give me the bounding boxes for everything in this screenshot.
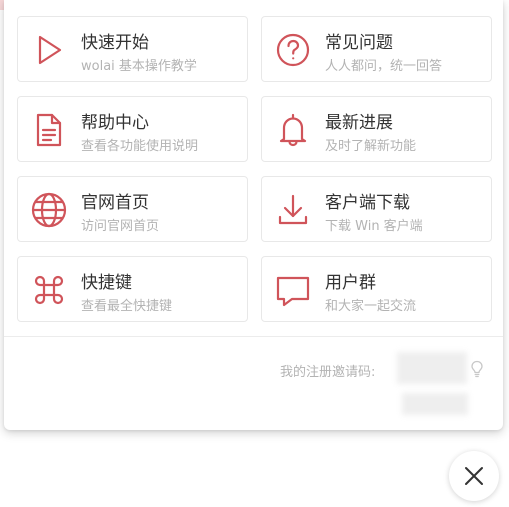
card-description: 及时了解新功能 (325, 139, 417, 154)
card-description: 和大家一起交流 (325, 299, 417, 314)
card-description: 访问官网首页 (81, 219, 160, 234)
document-icon (29, 110, 69, 150)
card-title: 官网首页 (81, 193, 149, 213)
invite-code-value-blurred (397, 352, 467, 384)
page: 快速开始 wolai 基本操作教学 常见问题 人人都问，统一回答 帮助中心 查看… (0, 0, 509, 507)
card-quick-start[interactable]: 快速开始 wolai 基本操作教学 (17, 16, 248, 82)
invite-code-label: 我的注册邀请码: (280, 365, 376, 380)
card-description: 查看各功能使用说明 (81, 139, 199, 154)
command-icon (29, 270, 69, 310)
lightbulb-icon[interactable] (470, 360, 484, 378)
close-button[interactable] (449, 451, 499, 501)
card-title: 客户端下载 (325, 193, 410, 213)
card-official-site[interactable]: 官网首页 访问官网首页 (17, 176, 248, 242)
panel-divider (4, 336, 503, 337)
help-card-grid: 快速开始 wolai 基本操作教学 常见问题 人人都问，统一回答 帮助中心 查看… (17, 16, 492, 322)
card-shortcuts[interactable]: 快捷键 查看最全快捷键 (17, 256, 248, 322)
chat-bubble-icon (273, 270, 313, 310)
card-title: 用户群 (325, 273, 376, 293)
card-user-group[interactable]: 用户群 和大家一起交流 (261, 256, 492, 322)
question-icon (273, 30, 313, 70)
invite-code-value-blurred-2 (402, 393, 468, 415)
card-client-download[interactable]: 客户端下载 下载 Win 客户端 (261, 176, 492, 242)
globe-icon (29, 190, 69, 230)
card-title: 最新进展 (325, 113, 393, 133)
card-description: 查看最全快捷键 (81, 299, 173, 314)
card-description: 下载 Win 客户端 (325, 219, 423, 234)
help-panel: 快速开始 wolai 基本操作教学 常见问题 人人都问，统一回答 帮助中心 查看… (4, 0, 503, 430)
download-icon (273, 190, 313, 230)
card-title: 常见问题 (325, 33, 393, 53)
card-title: 快速开始 (81, 33, 149, 53)
card-latest-updates[interactable]: 最新进展 及时了解新功能 (261, 96, 492, 162)
card-description: 人人都问，统一回答 (325, 59, 443, 74)
card-description: wolai 基本操作教学 (81, 59, 197, 74)
card-title: 快捷键 (81, 273, 132, 293)
card-title: 帮助中心 (81, 113, 149, 133)
card-faq[interactable]: 常见问题 人人都问，统一回答 (261, 16, 492, 82)
play-icon (29, 30, 69, 70)
card-help-center[interactable]: 帮助中心 查看各功能使用说明 (17, 96, 248, 162)
close-icon (465, 467, 483, 485)
bell-icon (273, 110, 313, 150)
